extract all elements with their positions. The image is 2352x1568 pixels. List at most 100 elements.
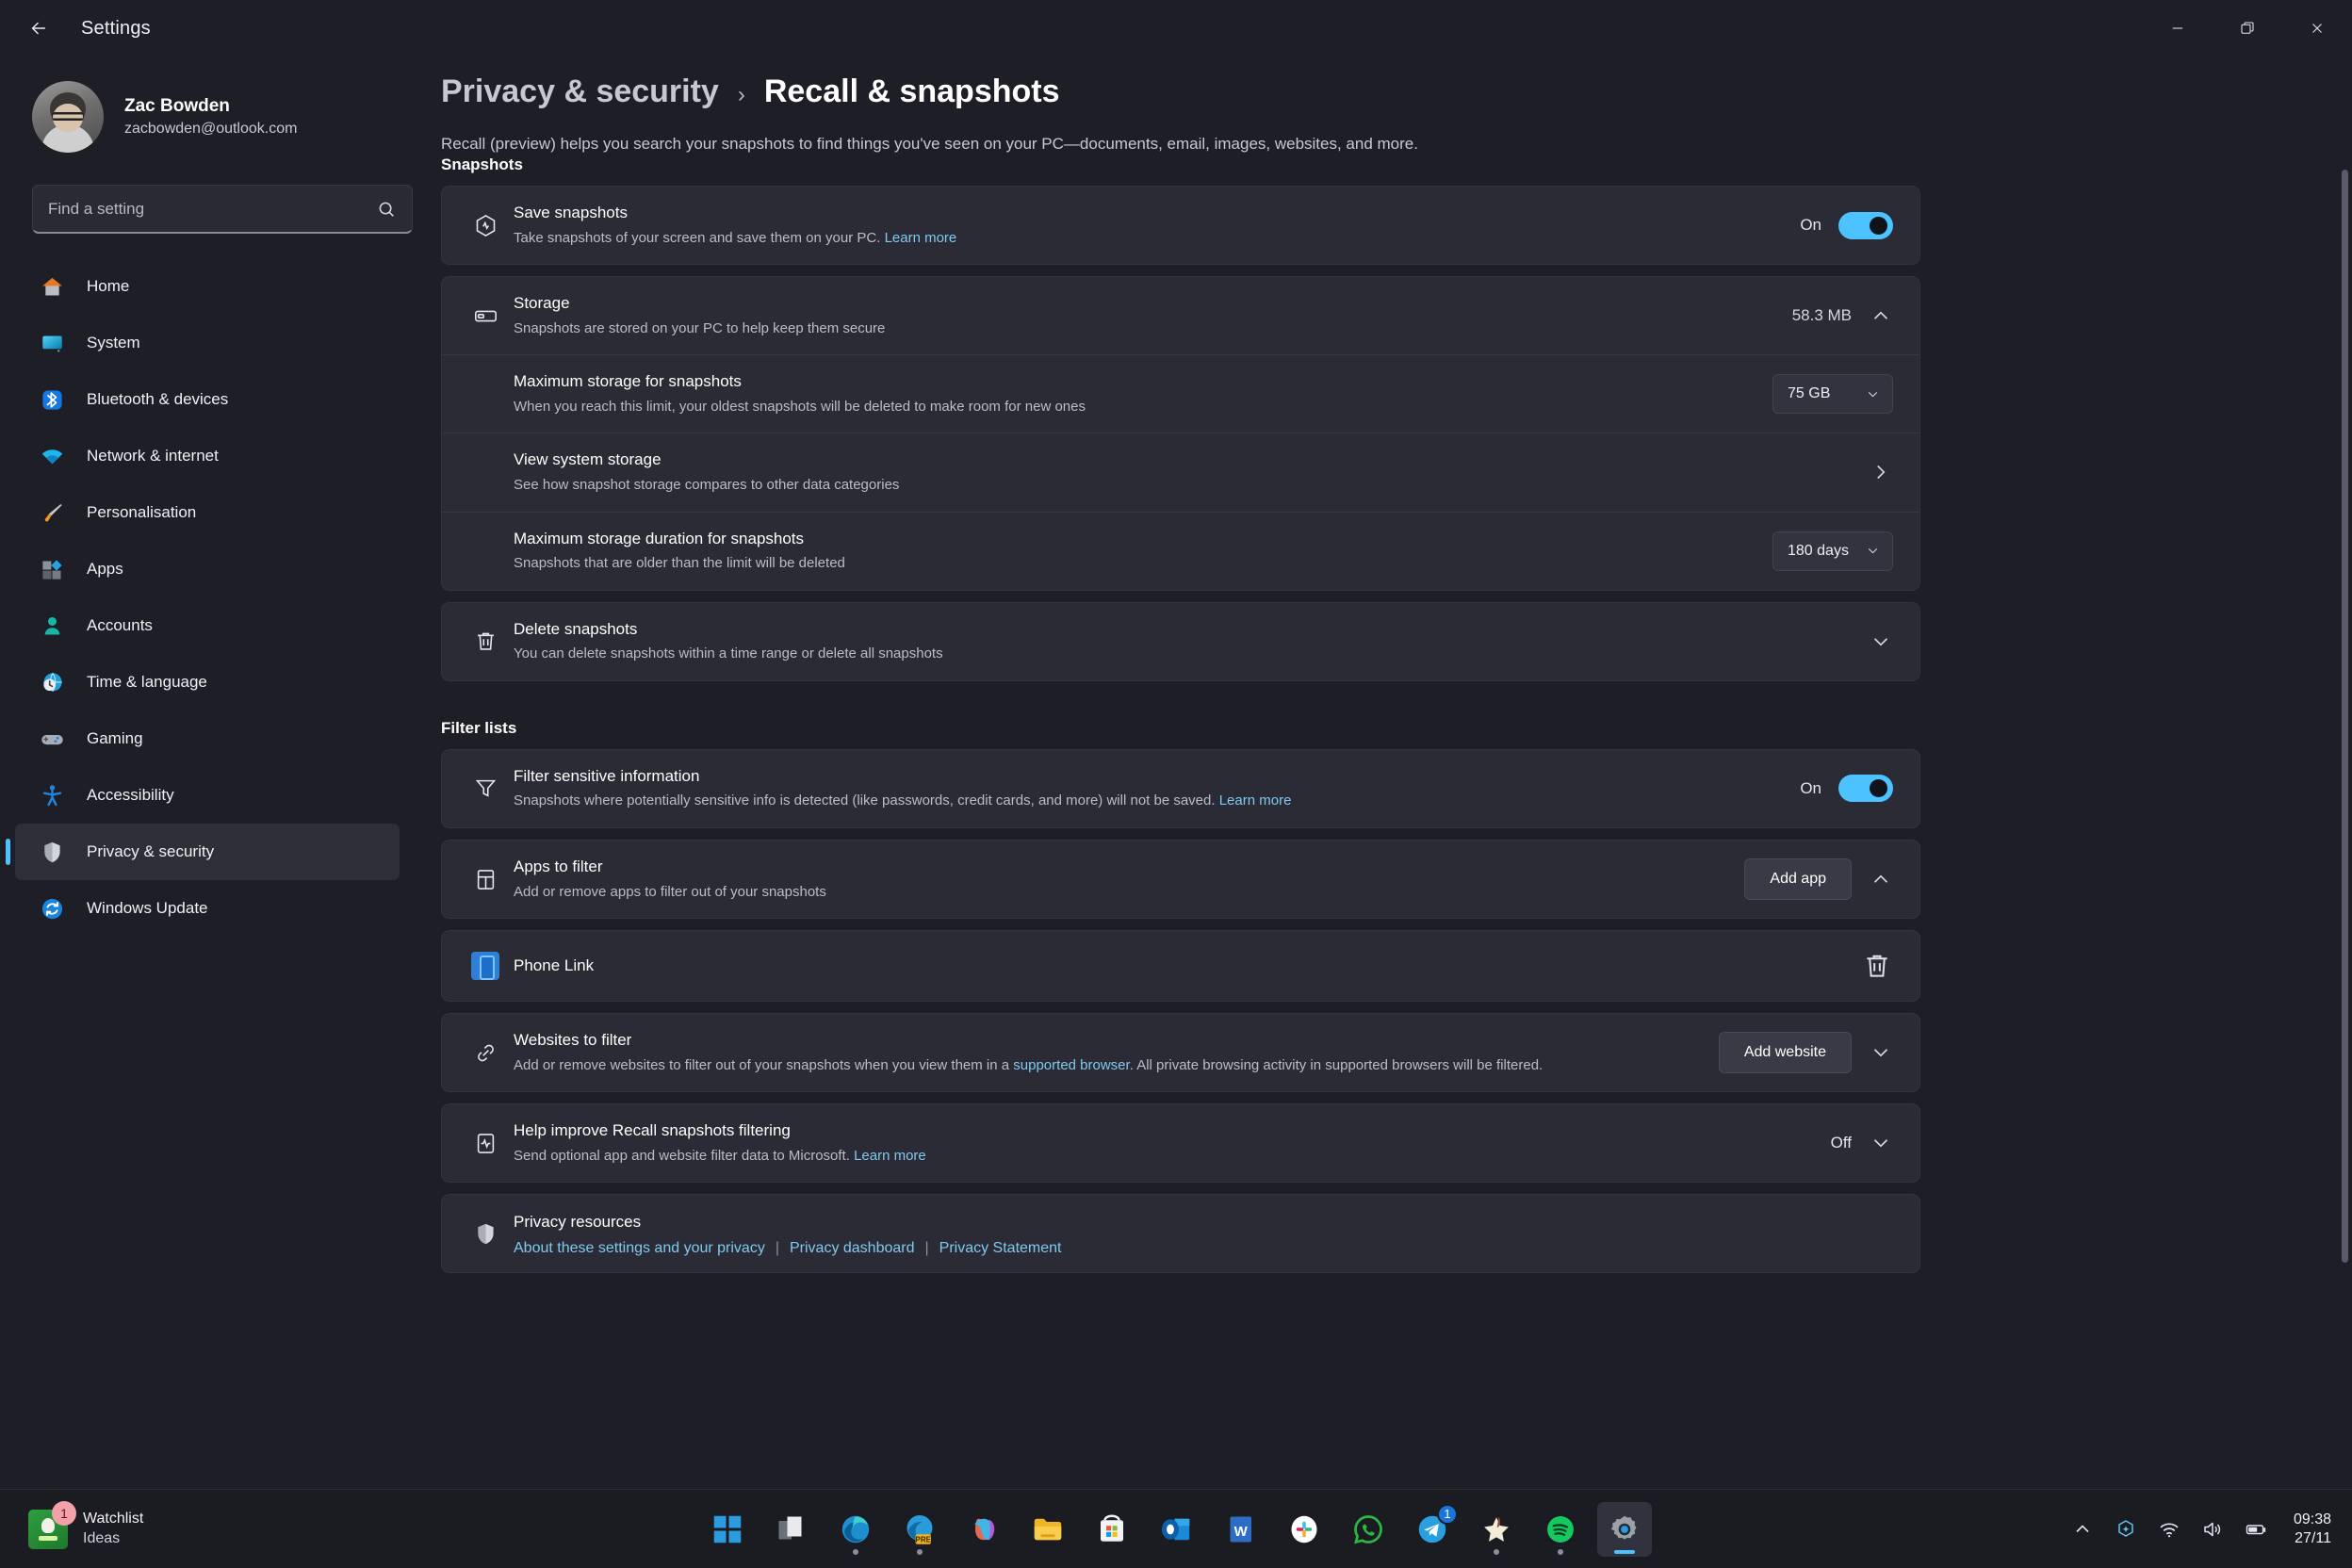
sidebar-item-home[interactable]: Home: [15, 258, 400, 315]
add-website-button[interactable]: Add website: [1719, 1032, 1852, 1073]
add-app-button[interactable]: Add app: [1744, 858, 1852, 900]
chevron-up-icon[interactable]: [1869, 303, 1893, 328]
wifi-icon[interactable]: [2158, 1518, 2180, 1541]
word-icon: W: [1222, 1511, 1258, 1547]
scrollbar[interactable]: [2342, 170, 2348, 1489]
speaker-icon[interactable]: [2201, 1518, 2224, 1541]
supported-browser-link[interactable]: supported browser: [1013, 1057, 1129, 1073]
system-tray: 09:38 27/11: [2071, 1511, 2331, 1548]
chevron-down-icon[interactable]: [1869, 629, 1893, 654]
title-bar: Settings: [0, 0, 2352, 57]
telegram-button[interactable]: 1: [1405, 1502, 1460, 1557]
websites-to-filter-row[interactable]: Websites to filter Add or remove website…: [442, 1014, 1919, 1091]
copilot-tray-icon[interactable]: [2115, 1518, 2137, 1541]
edge-preview-icon: PRE: [902, 1511, 938, 1547]
list-item[interactable]: Phone Link: [442, 931, 1919, 1001]
sidebar-item-privacy-security[interactable]: Privacy & security: [15, 824, 400, 880]
save-snapshots-row[interactable]: Save snapshots Take snapshots of your sc…: [442, 187, 1919, 264]
start-button[interactable]: [700, 1502, 755, 1557]
file-explorer-icon: [1030, 1511, 1066, 1547]
row-subtitle: Snapshots are stored on your PC to help …: [514, 318, 1770, 340]
sidebar-item-windows-update[interactable]: Windows Update: [15, 880, 400, 937]
save-snapshots-toggle[interactable]: [1838, 212, 1893, 239]
start-icon: [710, 1511, 745, 1547]
sidebar-item-system[interactable]: System: [15, 315, 400, 371]
sidebar-item-time-language[interactable]: Time & language: [15, 654, 400, 710]
settings-button[interactable]: [1597, 1502, 1652, 1557]
row-title: Privacy resources: [514, 1211, 1893, 1234]
sidebar-item-network[interactable]: Network & internet: [15, 428, 400, 484]
sidebar-label: Time & language: [87, 673, 207, 692]
breadcrumb-parent[interactable]: Privacy & security: [441, 74, 719, 110]
max-storage-row: Maximum storage for snapshots When you r…: [442, 354, 1919, 433]
filter-sensitive-row[interactable]: Filter sensitive information Snapshots w…: [442, 750, 1919, 827]
maximize-button[interactable]: [2213, 0, 2282, 57]
view-system-storage-row[interactable]: View system storage See how snapshot sto…: [442, 433, 1919, 511]
sidebar-item-apps[interactable]: Apps: [15, 541, 400, 597]
microsoft-store-button[interactable]: [1085, 1502, 1139, 1557]
taskbar-widget[interactable]: 1 Watchlist Ideas: [28, 1510, 143, 1549]
sidebar-label: Apps: [87, 560, 123, 579]
delete-snapshots-row[interactable]: Delete snapshots You can delete snapshot…: [442, 603, 1919, 680]
chevron-up-icon[interactable]: [1869, 867, 1893, 891]
chevron-up-icon[interactable]: [2071, 1518, 2094, 1541]
spotify-button[interactable]: [1533, 1502, 1588, 1557]
row-title: Websites to filter: [514, 1029, 1696, 1053]
whatsapp-button[interactable]: [1341, 1502, 1396, 1557]
snapshots-section-label: Snapshots: [441, 155, 1920, 174]
profile-name: Zac Bowden: [124, 94, 297, 119]
search-box[interactable]: [32, 185, 413, 234]
about-settings-privacy-link[interactable]: About these settings and your privacy: [514, 1240, 765, 1257]
trash-icon[interactable]: [1861, 950, 1893, 982]
sidebar-item-bluetooth[interactable]: Bluetooth & devices: [15, 371, 400, 428]
sidebar-item-gaming[interactable]: Gaming: [15, 710, 400, 767]
learn-more-link[interactable]: Learn more: [1219, 792, 1292, 808]
task-view-button[interactable]: [764, 1502, 819, 1557]
telegram-badge: 1: [1437, 1504, 1458, 1525]
chevron-right-icon[interactable]: [1869, 460, 1893, 484]
learn-more-link[interactable]: Learn more: [885, 230, 957, 246]
chevron-down-icon: [1865, 386, 1881, 402]
search-input[interactable]: [48, 200, 376, 219]
privacy-dashboard-link[interactable]: Privacy dashboard: [790, 1240, 915, 1257]
edge-preview-button[interactable]: PRE: [892, 1502, 947, 1557]
edge-button[interactable]: [828, 1502, 883, 1557]
svg-text:W: W: [1234, 1523, 1249, 1539]
window-controls: [2143, 0, 2352, 57]
back-button[interactable]: [13, 8, 64, 48]
filter-sensitive-toggle[interactable]: [1838, 775, 1893, 802]
close-button[interactable]: [2282, 0, 2352, 57]
max-duration-dropdown[interactable]: 180 days: [1772, 531, 1893, 571]
storage-row[interactable]: Storage Snapshots are stored on your PC …: [442, 277, 1919, 354]
outlook-button[interactable]: [1149, 1502, 1203, 1557]
sidebar-nav: Home System Bluetooth & devices Network …: [0, 258, 415, 937]
slack-button[interactable]: [1277, 1502, 1331, 1557]
app-layout-icon: [465, 867, 506, 892]
minimize-button[interactable]: [2143, 0, 2213, 57]
file-explorer-button[interactable]: [1021, 1502, 1075, 1557]
word-button[interactable]: W: [1213, 1502, 1267, 1557]
vanilla-button[interactable]: [1469, 1502, 1524, 1557]
link-icon: [465, 1040, 506, 1066]
row-subtitle-text-2: . All private browsing activity in suppo…: [1130, 1057, 1544, 1073]
learn-more-link[interactable]: Learn more: [854, 1148, 926, 1164]
row-title: Storage: [514, 292, 1770, 316]
chevron-down-icon[interactable]: [1869, 1040, 1893, 1065]
sidebar-item-accounts[interactable]: Accounts: [15, 597, 400, 654]
delete-snapshots-card: Delete snapshots You can delete snapshot…: [441, 602, 1920, 681]
user-profile[interactable]: Zac Bowden zacbowden@outlook.com: [0, 57, 415, 153]
help-improve-row[interactable]: Help improve Recall snapshots filtering …: [442, 1104, 1919, 1182]
scrollbar-thumb[interactable]: [2342, 170, 2348, 1263]
chevron-down-icon[interactable]: [1869, 1131, 1893, 1155]
settings-icon: [1607, 1511, 1642, 1547]
copilot-button[interactable]: [956, 1502, 1011, 1557]
sidebar-item-personalisation[interactable]: Personalisation: [15, 484, 400, 541]
row-title: Maximum storage for snapshots: [514, 370, 1750, 394]
apps-to-filter-row[interactable]: Apps to filter Add or remove apps to fil…: [442, 841, 1919, 918]
battery-icon[interactable]: [2245, 1518, 2267, 1541]
dropdown-value: 75 GB: [1788, 385, 1830, 402]
max-storage-dropdown[interactable]: 75 GB: [1772, 374, 1893, 414]
clock[interactable]: 09:38 27/11: [2294, 1511, 2331, 1548]
privacy-statement-link[interactable]: Privacy Statement: [939, 1240, 1062, 1257]
sidebar-item-accessibility[interactable]: Accessibility: [15, 767, 400, 824]
